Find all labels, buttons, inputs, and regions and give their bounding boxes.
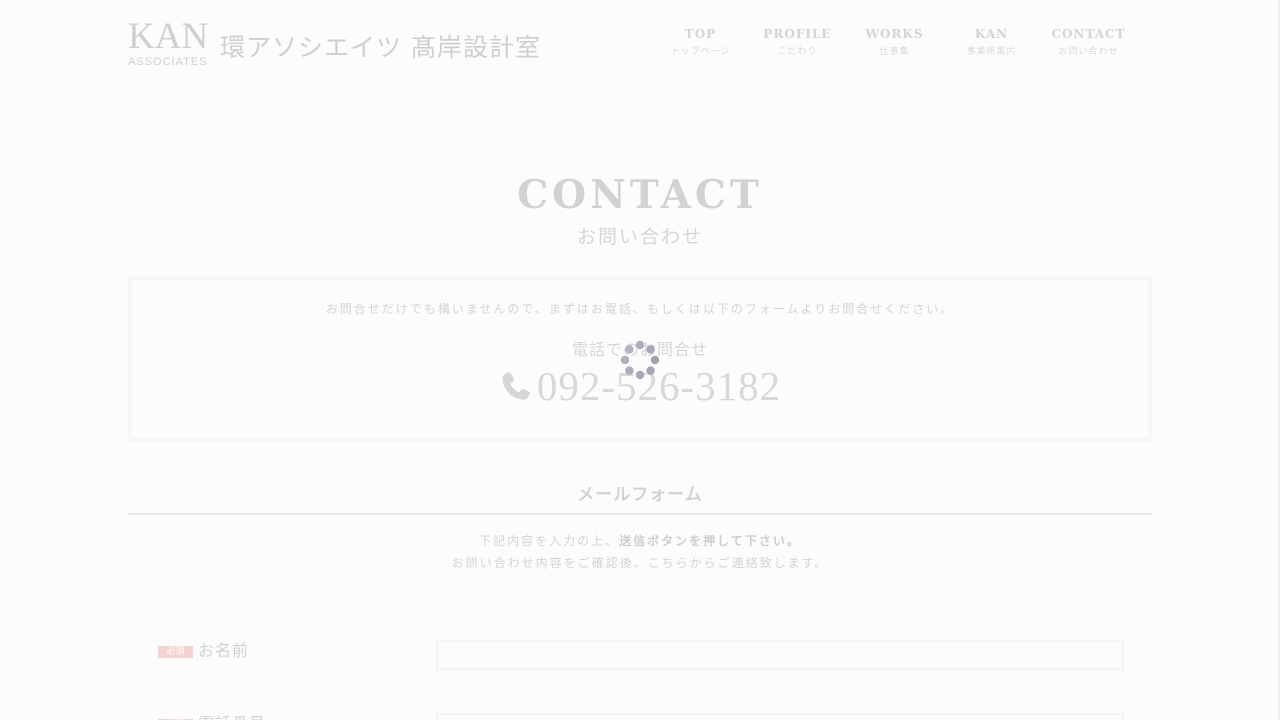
mail-form-heading: メールフォーム	[128, 480, 1152, 515]
nav-item-top[interactable]: TOP トップページ	[652, 27, 749, 57]
nav-item-jp-label: こだわり	[777, 47, 818, 57]
nav-item-en-label: TOP	[684, 27, 717, 41]
nav-item-jp-label: 事業所案内	[966, 47, 1017, 57]
nav-item-contact[interactable]: CONTACT お問い合わせ	[1040, 27, 1137, 57]
nav-item-works[interactable]: WORKS 仕事集	[846, 27, 943, 57]
nav-item-jp-label: トップページ	[670, 47, 731, 57]
site-logo[interactable]: KAN ASSOCIATES 環アソシエイツ 髙岸設計室	[128, 16, 541, 68]
mail-form-note: 下記内容を入力の上、送信ボタンを押して下さい。 お問い合わせ内容をご確認後、こち…	[0, 530, 1280, 574]
intro-text: お問合せだけでも構いませんので、まずはお電話、もしくは以下のフォームよりお問合せ…	[325, 302, 955, 316]
main-nav: TOP トップページ PROFILE こだわり WORKS 仕事集 KAN 事業…	[652, 27, 1137, 57]
logo-mark: KAN ASSOCIATES	[128, 16, 210, 68]
nav-item-en-label: KAN	[974, 27, 1009, 41]
loading-spinner-icon	[620, 340, 660, 380]
logo-company-name: 環アソシエイツ 髙岸設計室	[220, 33, 541, 62]
nav-item-kan[interactable]: KAN 事業所案内	[943, 27, 1040, 57]
nav-item-en-label: PROFILE	[763, 27, 832, 41]
name-input[interactable]	[436, 640, 1124, 670]
note-text: 下記内容を入力の上、	[479, 534, 620, 548]
name-field-label: お名前	[198, 641, 250, 660]
site-header: KAN ASSOCIATES 環アソシエイツ 髙岸設計室 TOP トップページ …	[0, 0, 1280, 90]
phone-input[interactable]	[436, 713, 1124, 720]
form-row-phone: 必須 電話番号	[158, 710, 1124, 720]
page-title: CONTACT	[517, 172, 763, 218]
phone-field-label: 電話番号	[198, 710, 266, 720]
nav-item-jp-label: 仕事集	[879, 47, 910, 57]
nav-item-jp-label: お問い合わせ	[1058, 47, 1119, 57]
mail-form-note-line2: お問い合わせ内容をご確認後、こちらからご連絡致します。	[451, 556, 829, 570]
required-badge: 必須	[158, 646, 193, 658]
page-subtitle: お問い合わせ	[576, 226, 703, 248]
phone-icon	[502, 372, 531, 400]
logo-kan-text: KAN	[128, 16, 209, 57]
nav-item-en-label: CONTACT	[1051, 27, 1126, 41]
nav-item-en-label: WORKS	[865, 27, 924, 41]
nav-item-profile[interactable]: PROFILE こだわり	[749, 27, 846, 57]
form-row-name: 必須 お名前	[158, 637, 1124, 677]
logo-associates-text: ASSOCIATES	[128, 56, 208, 68]
note-emphasis: 送信ボタンを押して下さい。	[619, 534, 801, 548]
mail-form-note-line1: 下記内容を入力の上、送信ボタンを押して下さい。	[0, 530, 1280, 552]
